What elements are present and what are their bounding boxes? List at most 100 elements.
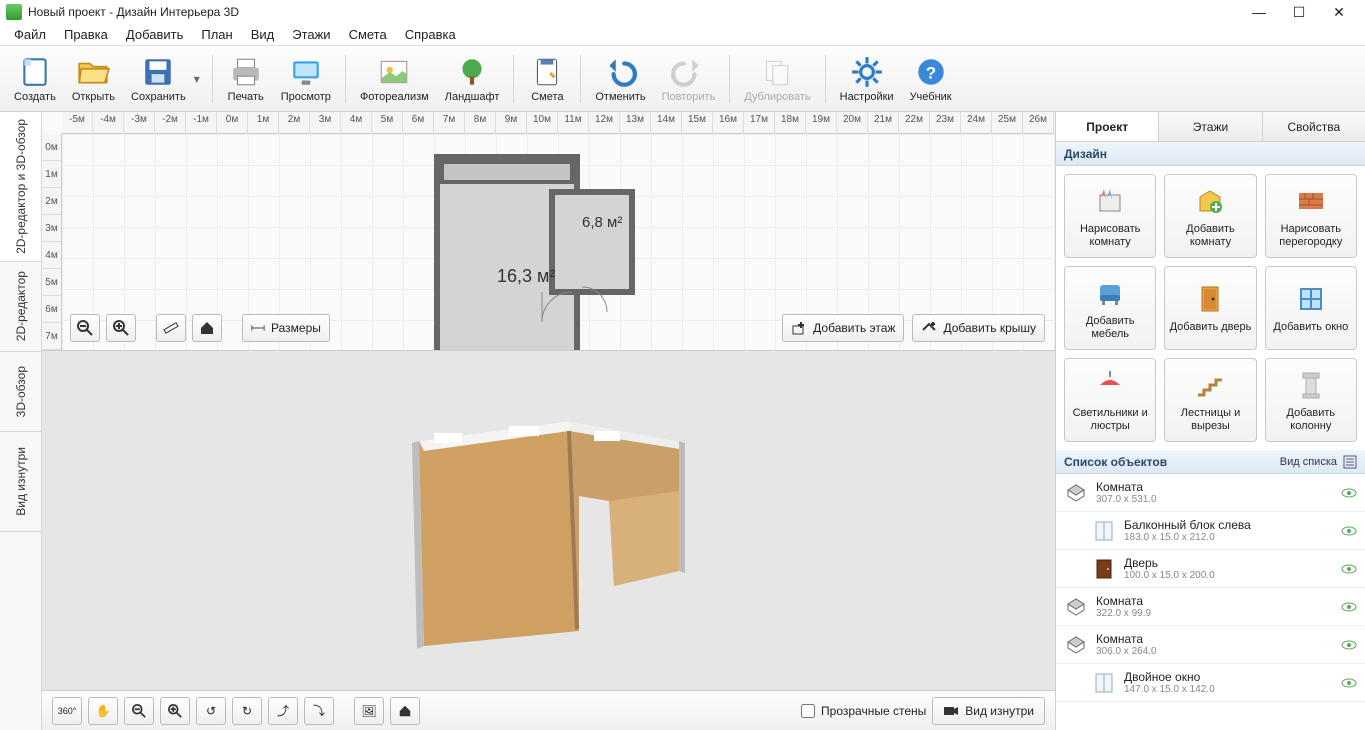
- floorplan-drawing[interactable]: 16,3 м² 6,8 м²: [432, 152, 642, 350]
- toolbar-landscape[interactable]: Ландшафт: [437, 49, 508, 109]
- design-add-window[interactable]: Добавить окно: [1265, 266, 1357, 350]
- menu-floors[interactable]: Этажи: [284, 25, 338, 44]
- viewtab-2d[interactable]: 2D-редактор: [0, 262, 41, 352]
- maximize-button[interactable]: ☐: [1279, 0, 1319, 24]
- bottom-toolbar: 360° ✋ ↺ ↻ ⤴ ⤵ 🖼 Прозрачные стены Вид из…: [42, 690, 1055, 730]
- close-button[interactable]: ✕: [1319, 0, 1359, 24]
- svg-text:?: ?: [925, 63, 935, 82]
- visibility-icon[interactable]: [1341, 523, 1357, 539]
- object-list[interactable]: Комната307.0 x 531.0Балконный блок слева…: [1056, 474, 1365, 730]
- design-add-door[interactable]: Добавить дверь: [1164, 266, 1256, 350]
- pan-icon[interactable]: ✋: [88, 697, 118, 725]
- toolbar-open[interactable]: Открыть: [64, 49, 123, 109]
- list-item[interactable]: Двойное окно147.0 x 15.0 x 142.0: [1056, 664, 1365, 702]
- toolbar-redo: Повторить: [654, 49, 724, 109]
- orbit-right-icon[interactable]: ↻: [232, 697, 262, 725]
- toolbar-preview[interactable]: Просмотр: [273, 49, 339, 109]
- room-small-label: 6,8 м²: [582, 214, 622, 231]
- toolbar-print[interactable]: Печать: [219, 49, 273, 109]
- room-icon: [1064, 595, 1088, 619]
- tilt-up-icon[interactable]: ⤴: [268, 697, 298, 725]
- orbit-left-icon[interactable]: ↺: [196, 697, 226, 725]
- visibility-icon[interactable]: [1341, 599, 1357, 615]
- list-item[interactable]: Комната307.0 x 531.0: [1056, 474, 1365, 512]
- titlebar: Новый проект - Дизайн Интерьера 3D — ☐ ✕: [0, 0, 1365, 24]
- menubar: Файл Правка Добавить План Вид Этажи Смет…: [0, 24, 1365, 46]
- room-icon: [1064, 633, 1088, 657]
- toolbar-photoreal[interactable]: Фотореализм: [352, 49, 437, 109]
- view-3d-viewport[interactable]: [42, 350, 1055, 690]
- zoom-out-button[interactable]: [70, 314, 100, 342]
- list-item[interactable]: Балконный блок слева183.0 x 15.0 x 212.0: [1056, 512, 1365, 550]
- list-item[interactable]: Комната322.0 x 99.9: [1056, 588, 1365, 626]
- inside-view-button[interactable]: Вид изнутри: [932, 697, 1045, 725]
- design-add-stairs[interactable]: Лестницы и вырезы: [1164, 358, 1256, 442]
- menu-plan[interactable]: План: [193, 25, 240, 44]
- tilt-down-icon[interactable]: ⤵: [304, 697, 334, 725]
- toolbar: Создать Открыть Сохранить ▾ Печать Просм…: [0, 46, 1365, 112]
- menu-estimate[interactable]: Смета: [341, 25, 395, 44]
- plan-add-buttons: Добавить этаж Добавить крышу: [782, 314, 1045, 342]
- objlist-viewmode[interactable]: Вид списка: [1280, 455, 1357, 469]
- viewtab-inside[interactable]: Вид изнутри: [0, 432, 41, 532]
- visibility-icon[interactable]: [1341, 637, 1357, 653]
- design-section-head: Дизайн: [1056, 142, 1365, 166]
- room-big-label: 16,3 м²: [497, 266, 555, 286]
- menu-add[interactable]: Добавить: [118, 25, 191, 44]
- window-title: Новый проект - Дизайн Интерьера 3D: [28, 5, 239, 19]
- sizes-button[interactable]: Размеры: [242, 314, 330, 342]
- list-item[interactable]: Комната306.0 x 264.0: [1056, 626, 1365, 664]
- viewtab-2d3d[interactable]: 2D-редактор и 3D-обзор: [0, 112, 41, 262]
- toolbar-create[interactable]: Создать: [6, 49, 64, 109]
- add-floor-button[interactable]: Добавить этаж: [782, 314, 904, 342]
- design-add-room[interactable]: Добавить комнату: [1164, 174, 1256, 258]
- plan-2d-viewport[interactable]: -5м-4м-3м-2м-1м0м1м2м3м4м5м6м7м8м9м10м11…: [42, 112, 1055, 350]
- plan-tool-buttons: Размеры: [70, 314, 330, 342]
- window-icon: [1092, 671, 1116, 695]
- app-icon: [6, 4, 22, 20]
- visibility-icon[interactable]: [1341, 485, 1357, 501]
- objlist-head: Список объектов Вид списка: [1056, 450, 1365, 474]
- zoom-in-3d-icon[interactable]: [160, 697, 190, 725]
- save-image-icon[interactable]: 🖼: [354, 697, 384, 725]
- menu-view[interactable]: Вид: [243, 25, 283, 44]
- design-draw-room[interactable]: Нарисовать комнату: [1064, 174, 1156, 258]
- room-icon: [1064, 481, 1088, 505]
- toolbar-tutorial[interactable]: ?Учебник: [902, 49, 960, 109]
- rotate-360-icon[interactable]: 360°: [52, 697, 82, 725]
- save-dropdown[interactable]: ▾: [194, 72, 206, 86]
- menu-help[interactable]: Справка: [397, 25, 464, 44]
- visibility-icon[interactable]: [1341, 561, 1357, 577]
- door-icon: [1092, 557, 1116, 581]
- window-block-icon: [1092, 519, 1116, 543]
- toolbar-estimate[interactable]: Смета: [520, 49, 574, 109]
- viewtab-3d[interactable]: 3D-обзор: [0, 352, 41, 432]
- home-3d-icon[interactable]: [390, 697, 420, 725]
- toolbar-save[interactable]: Сохранить: [123, 49, 194, 109]
- rtab-floors[interactable]: Этажи: [1159, 112, 1262, 141]
- zoom-in-button[interactable]: [106, 314, 136, 342]
- transparent-walls-checkbox[interactable]: Прозрачные стены: [801, 704, 926, 718]
- viewmode-tabs: 2D-редактор и 3D-обзор 2D-редактор 3D-об…: [0, 112, 42, 730]
- vertical-ruler: 0м1м2м3м4м5м6м7м: [42, 134, 62, 350]
- menu-edit[interactable]: Правка: [56, 25, 116, 44]
- design-add-furniture[interactable]: Добавить мебель: [1064, 266, 1156, 350]
- zoom-out-3d-icon[interactable]: [124, 697, 154, 725]
- measure-button[interactable]: [156, 314, 186, 342]
- rtab-props[interactable]: Свойства: [1263, 112, 1365, 141]
- home-button[interactable]: [192, 314, 222, 342]
- right-panel: Проект Этажи Свойства Дизайн Нарисовать …: [1055, 112, 1365, 730]
- minimize-button[interactable]: —: [1239, 0, 1279, 24]
- toolbar-undo[interactable]: Отменить: [587, 49, 653, 109]
- design-add-lights[interactable]: Светильники и люстры: [1064, 358, 1156, 442]
- horizontal-ruler: -5м-4м-3м-2м-1м0м1м2м3м4м5м6м7м8м9м10м11…: [62, 112, 1055, 134]
- menu-file[interactable]: Файл: [6, 25, 54, 44]
- list-item[interactable]: Дверь100.0 x 15.0 x 200.0: [1056, 550, 1365, 588]
- add-roof-button[interactable]: Добавить крышу: [912, 314, 1045, 342]
- design-draw-partition[interactable]: Нарисовать перегородку: [1265, 174, 1357, 258]
- design-add-column[interactable]: Добавить колонну: [1265, 358, 1357, 442]
- rtab-project[interactable]: Проект: [1056, 112, 1159, 141]
- toolbar-duplicate: Дублировать: [736, 49, 818, 109]
- visibility-icon[interactable]: [1341, 675, 1357, 691]
- toolbar-settings[interactable]: Настройки: [832, 49, 902, 109]
